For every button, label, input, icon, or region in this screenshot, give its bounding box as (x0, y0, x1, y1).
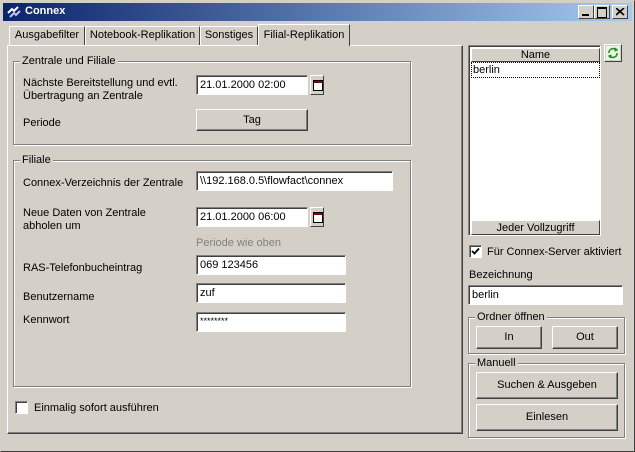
periode-button[interactable]: Tag (196, 109, 308, 131)
ras-label: RAS-Telefonbucheintrag (23, 262, 143, 274)
tab-ausgabefilter[interactable]: Ausgabefilter (9, 26, 85, 45)
close-icon (616, 8, 625, 16)
app-icon (6, 4, 22, 20)
fetch-label-line2: abholen um (23, 220, 81, 232)
zentrale-group: Zentrale und Filiale (13, 55, 411, 145)
next-transfer-label-line2: Übertragung an Zentrale (23, 90, 143, 102)
search-output-button[interactable]: Suchen & Ausgeben (476, 372, 618, 399)
maximize-button[interactable] (594, 5, 610, 19)
list-footer-access: Jeder Vollzugriff (471, 220, 600, 235)
bezeichnung-field[interactable]: berlin (468, 285, 623, 305)
title-bar[interactable]: Connex (3, 3, 632, 21)
next-transfer-calendar-icon[interactable] (310, 75, 324, 95)
zentrale-group-label: Zentrale und Filiale (20, 55, 118, 67)
password-field[interactable]: ******** (196, 312, 346, 332)
ras-field[interactable]: 069 123456 (196, 255, 346, 275)
periode-label: Periode (23, 117, 61, 129)
refresh-button[interactable] (604, 44, 622, 62)
ordner-in-button[interactable]: In (476, 326, 542, 349)
fetch-label-line1: Neue Daten von Zentrale (23, 207, 146, 219)
username-field[interactable]: zuf (196, 283, 346, 303)
refresh-icon (606, 46, 620, 60)
fetch-time-field[interactable]: 21.01.2000 06:00 (196, 207, 308, 227)
close-button[interactable] (612, 5, 628, 19)
filial-list[interactable]: Name berlin Jeder Vollzugriff (468, 45, 601, 236)
password-label: Kennwort (23, 314, 70, 326)
tab-filial-replikation[interactable]: Filial-Replikation (258, 24, 350, 46)
server-active-checkbox[interactable] (469, 245, 482, 258)
ordner-group-label: Ordner öffnen (475, 311, 547, 323)
connex-dir-label: Connex-Verzeichnis der Zentrale (23, 177, 184, 189)
connex-window: Connex Ausgabefilter Notebook-Replikatio… (0, 0, 635, 452)
ordner-out-button[interactable]: Out (552, 326, 618, 349)
bezeichnung-label: Bezeichnung (469, 269, 533, 281)
server-active-label: Für Connex-Server aktiviert (487, 246, 622, 258)
periode-hint: Periode wie oben (196, 237, 282, 249)
list-item[interactable]: berlin (471, 62, 600, 78)
list-header-name[interactable]: Name (471, 48, 600, 62)
window-title: Connex (25, 5, 66, 17)
next-transfer-field[interactable]: 21.01.2000 02:00 (196, 75, 308, 95)
minimize-button[interactable] (578, 5, 594, 19)
tab-notebook-replikation[interactable]: Notebook-Replikation (85, 26, 200, 45)
import-button[interactable]: Einlesen (476, 404, 618, 431)
run-once-checkbox[interactable] (15, 401, 28, 414)
fetch-time-calendar-icon[interactable] (310, 207, 324, 227)
manuell-group-label: Manuell (475, 357, 518, 369)
run-once-label: Einmalig sofort ausführen (34, 402, 159, 414)
connex-dir-field[interactable]: \\192.168.0.5\flowfact\connex (196, 171, 393, 191)
username-label: Benutzername (23, 291, 95, 303)
checkmark-icon (471, 247, 480, 255)
filiale-group-label: Filiale (20, 154, 53, 166)
next-transfer-label-line1: Nächste Bereitstellung und evtl. (23, 77, 178, 89)
tab-sonstiges[interactable]: Sonstiges (200, 26, 258, 45)
